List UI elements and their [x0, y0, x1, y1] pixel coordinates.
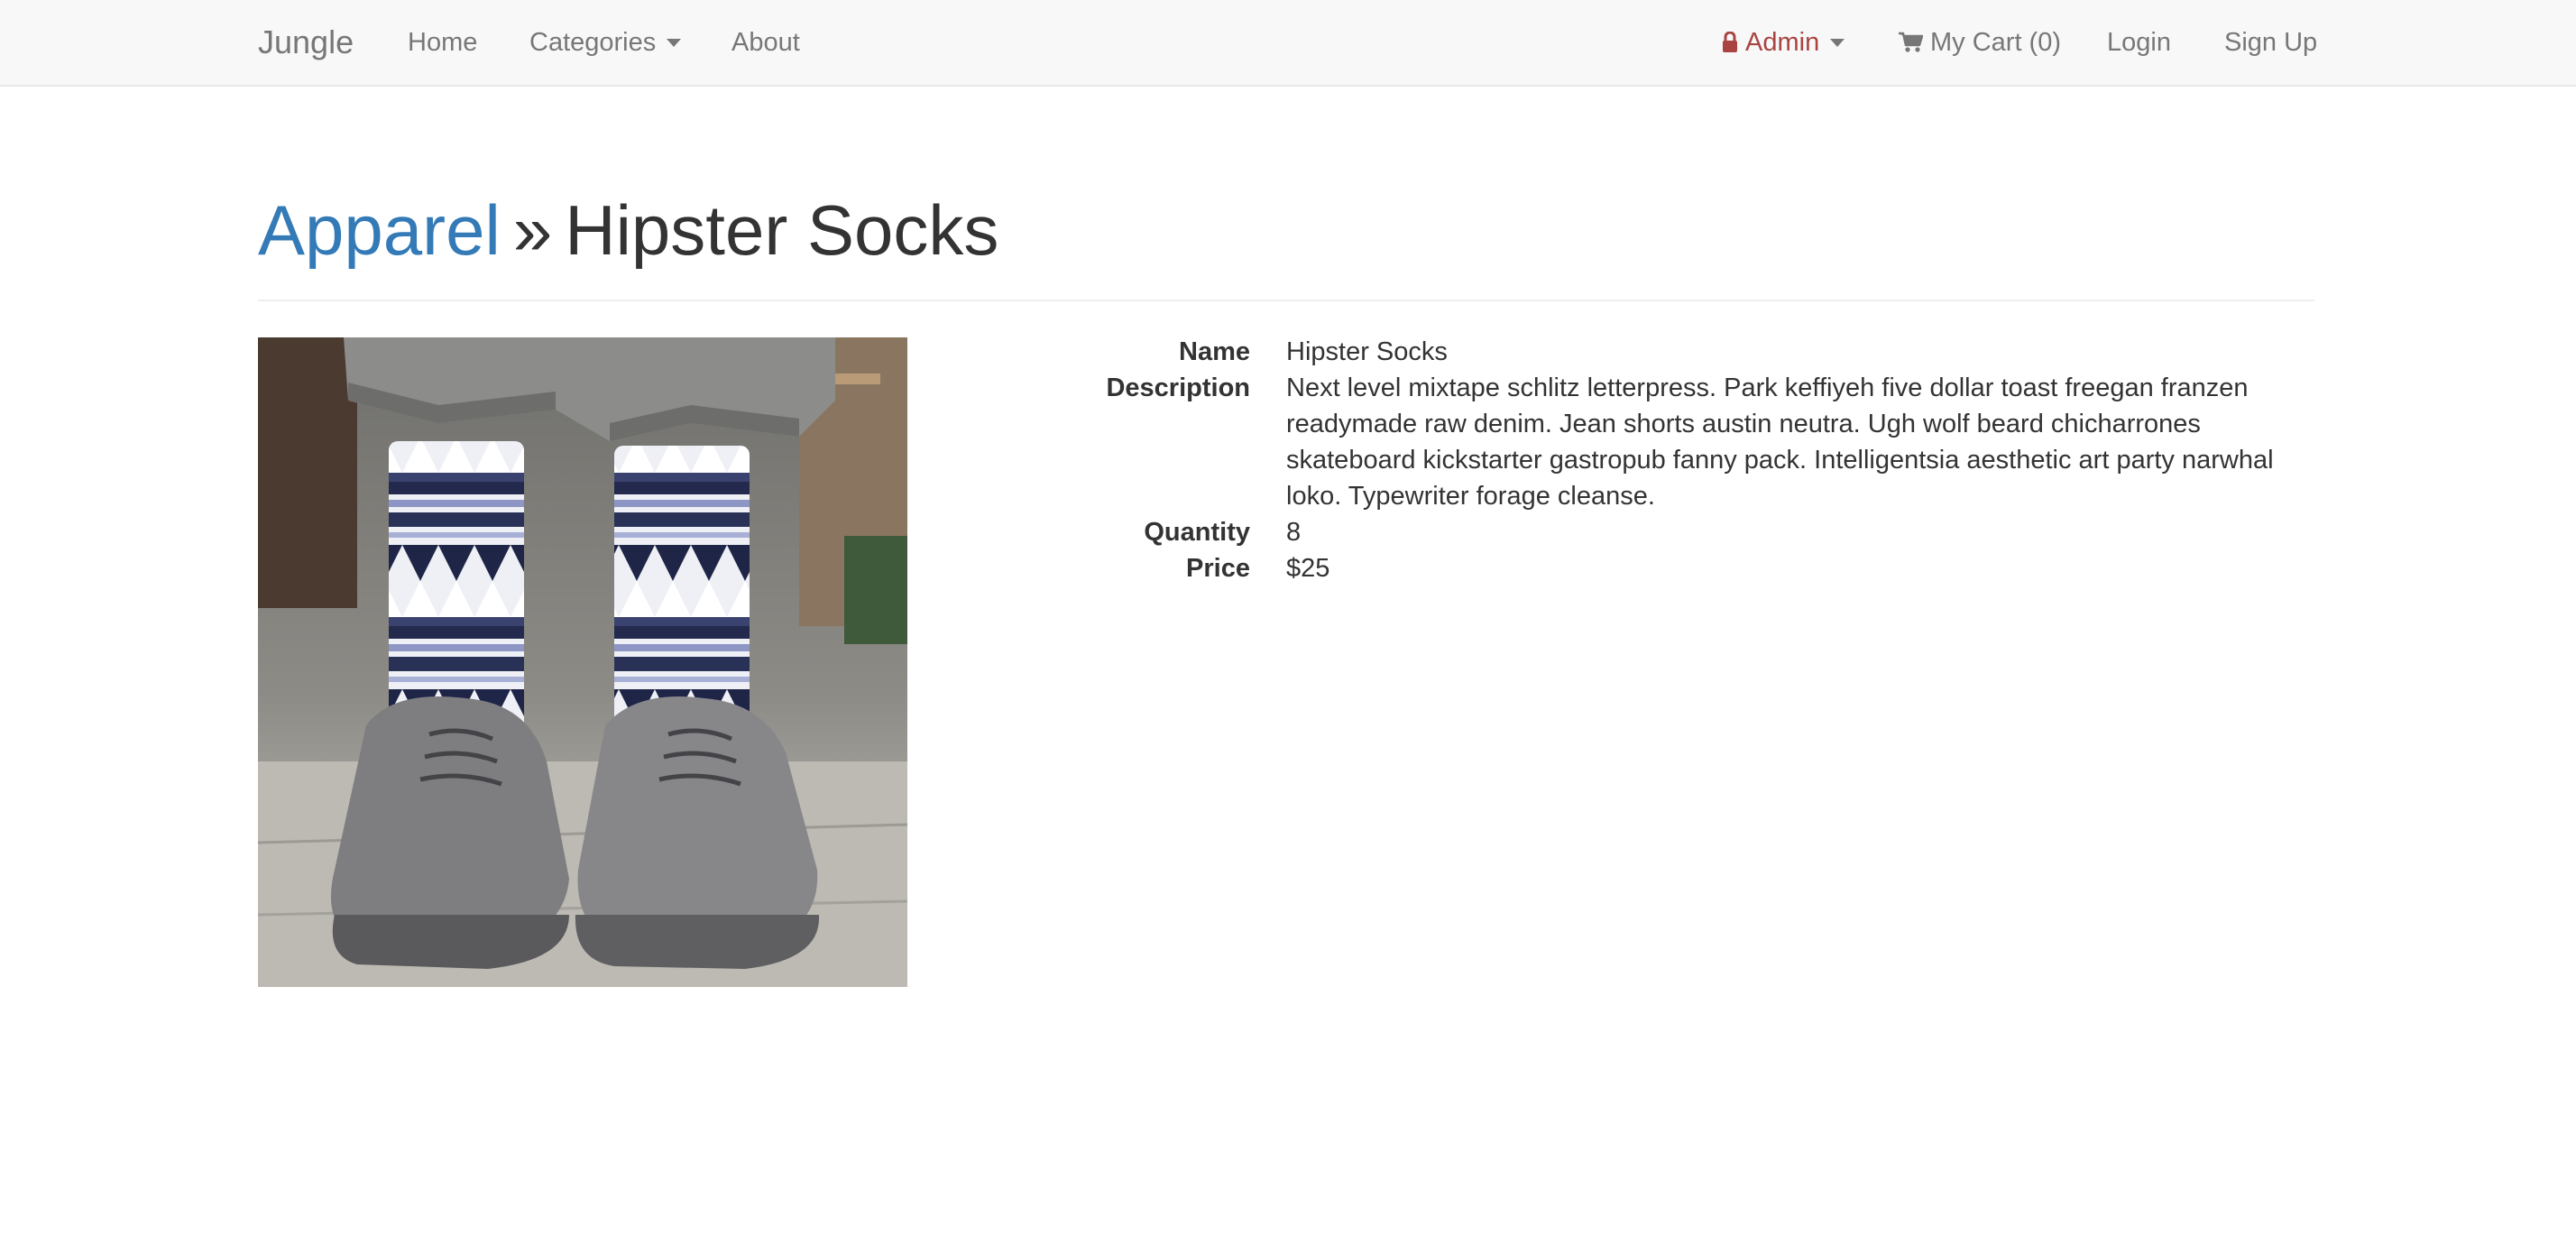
detail-row-name: Name Hipster Socks [1064, 334, 2318, 370]
detail-row-price: Price $25 [1064, 550, 2318, 586]
detail-label: Description [1106, 373, 1250, 402]
detail-label: Name [1179, 337, 1250, 366]
lock-icon [1722, 32, 1738, 53]
caret-down-icon [1830, 38, 1845, 47]
detail-label: Quantity [1144, 518, 1250, 547]
caret-down-icon [667, 38, 682, 47]
detail-value: $25 [1286, 554, 1330, 583]
nav-categories-label: Categories [529, 27, 657, 57]
top-navbar: Jungle Home Categories About Admin My Ca… [0, 0, 2576, 87]
detail-value: 8 [1286, 518, 1302, 547]
nav-admin-label: Admin [1745, 27, 1820, 57]
detail-value: Next level mixtape schlitz letterpress. … [1286, 373, 2274, 511]
nav-cart-link[interactable]: My Cart (0) [1898, 0, 2061, 85]
detail-label: Price [1186, 554, 1250, 583]
nav-cart-label: My Cart (0) [1930, 27, 2061, 57]
nav-about-link[interactable]: About [731, 0, 800, 85]
page-title: Apparel» Hipster Socks [258, 180, 2314, 301]
nav-admin-dropdown[interactable]: Admin [1722, 0, 1845, 85]
nav-categories-dropdown[interactable]: Categories [529, 0, 682, 85]
detail-row-quantity: Quantity 8 [1064, 514, 2318, 550]
breadcrumb-separator: » [512, 190, 553, 270]
brand-link[interactable]: Jungle [258, 0, 354, 85]
breadcrumb-product-name: Hipster Socks [565, 190, 999, 270]
product-image [258, 337, 907, 987]
product-details: Name Hipster Socks Description Next leve… [1064, 334, 2318, 586]
nav-signup-link[interactable]: Sign Up [2224, 0, 2317, 85]
nav-login-link[interactable]: Login [2107, 0, 2171, 85]
detail-value: Hipster Socks [1286, 337, 1448, 366]
detail-row-description: Description Next level mixtape schlitz l… [1064, 370, 2318, 514]
shopping-cart-icon [1898, 32, 1923, 53]
breadcrumb-category-link[interactable]: Apparel [258, 190, 501, 270]
nav-home-link[interactable]: Home [408, 0, 477, 85]
